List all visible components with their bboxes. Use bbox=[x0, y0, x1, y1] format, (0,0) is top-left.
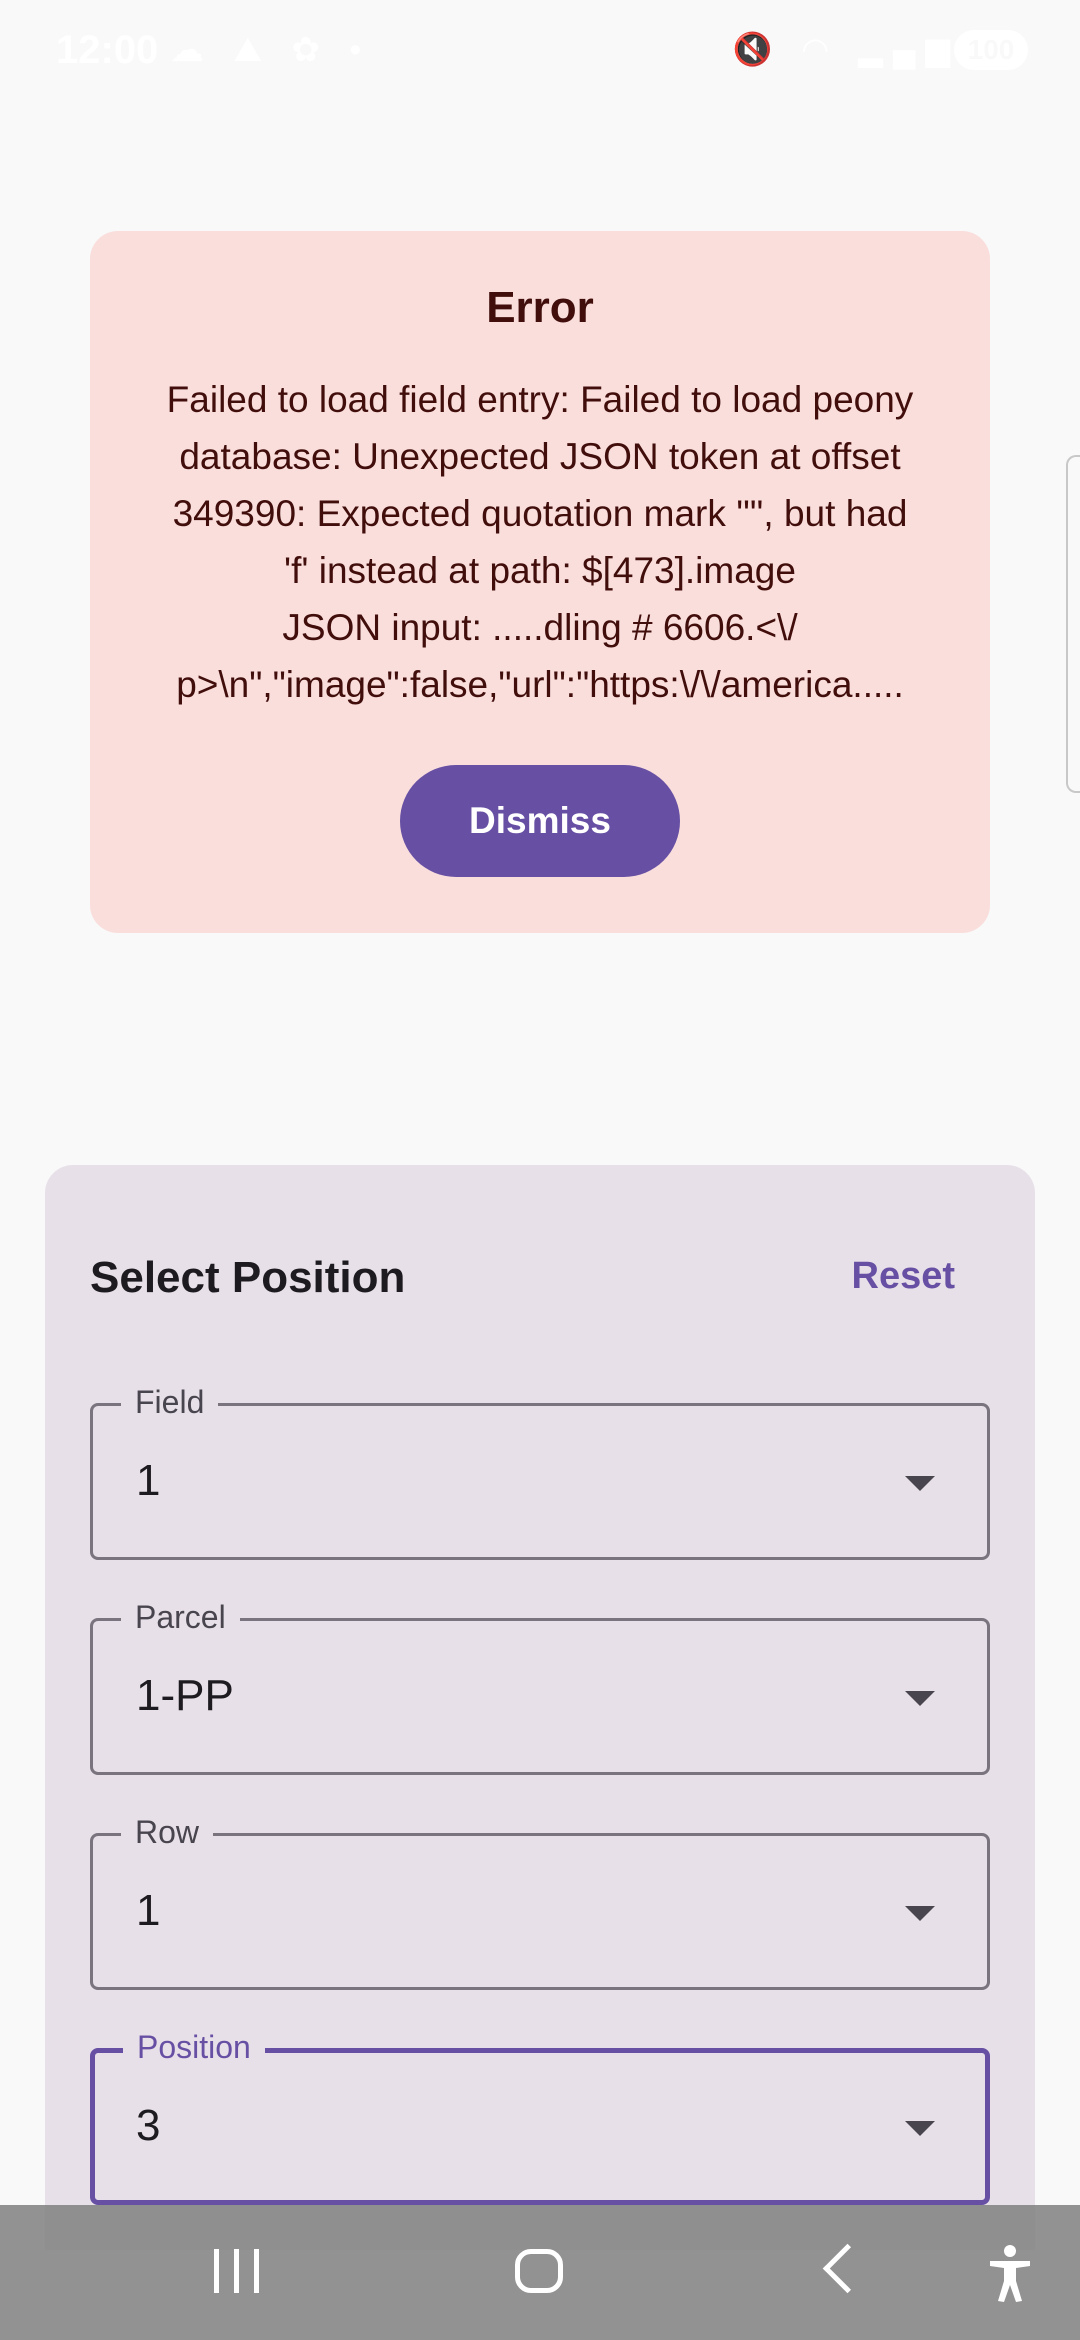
sheet-title: Select Position bbox=[90, 1253, 406, 1302]
dropdown-arrow-icon[interactable] bbox=[905, 2121, 935, 2136]
reset-button[interactable]: Reset bbox=[852, 1255, 956, 1298]
dropdown-arrow-icon[interactable] bbox=[905, 1906, 935, 1921]
dropdown-arrow-icon[interactable] bbox=[905, 1691, 935, 1706]
field-label: Field bbox=[121, 1384, 219, 1421]
edge-panel-handle[interactable] bbox=[1066, 455, 1080, 793]
parcel-value: 1-PP bbox=[136, 1671, 234, 1720]
dropdown-arrow-icon[interactable] bbox=[905, 1476, 935, 1491]
field-dropdown[interactable]: Field 1 bbox=[90, 1384, 990, 1560]
position-value: 3 bbox=[136, 2101, 161, 2150]
recents-icon[interactable] bbox=[214, 2249, 260, 2293]
notification-icons: ☁ ⛰ ✿ • bbox=[170, 31, 372, 69]
error-dialog: Error Failed to load field entry: Failed… bbox=[90, 231, 990, 933]
parcel-label: Parcel bbox=[121, 1599, 240, 1636]
position-label: Position bbox=[123, 2029, 265, 2066]
field-value: 1 bbox=[136, 1456, 161, 1505]
dismiss-button[interactable]: Dismiss bbox=[400, 765, 680, 877]
accessibility-icon[interactable] bbox=[985, 2243, 1035, 2303]
position-dropdown[interactable]: Position 3 bbox=[90, 2029, 990, 2205]
home-icon[interactable] bbox=[515, 2249, 563, 2293]
error-message: Failed to load field entry: Failed to lo… bbox=[166, 379, 914, 705]
row-dropdown[interactable]: Row 1 bbox=[90, 1814, 990, 1990]
status-time: 12:00 bbox=[56, 28, 159, 72]
system-nav-bar bbox=[0, 2205, 1080, 2340]
row-label: Row bbox=[121, 1814, 214, 1851]
battery-icon: 100 bbox=[954, 30, 1028, 70]
back-icon[interactable] bbox=[822, 2243, 873, 2294]
status-bar: 12:00 ☁ ⛰ ✿ • 🔇 ◠ ▂▄▆ 100 bbox=[0, 0, 1080, 100]
connectivity-icons: 🔇 ◠ ▂▄▆ bbox=[732, 31, 960, 67]
select-position-sheet: Select Position Reset Field 1 Parcel 1-P… bbox=[45, 1165, 1035, 2250]
parcel-dropdown[interactable]: Parcel 1-PP bbox=[90, 1599, 990, 1775]
row-value: 1 bbox=[136, 1886, 161, 1935]
error-title: Error bbox=[486, 283, 594, 332]
